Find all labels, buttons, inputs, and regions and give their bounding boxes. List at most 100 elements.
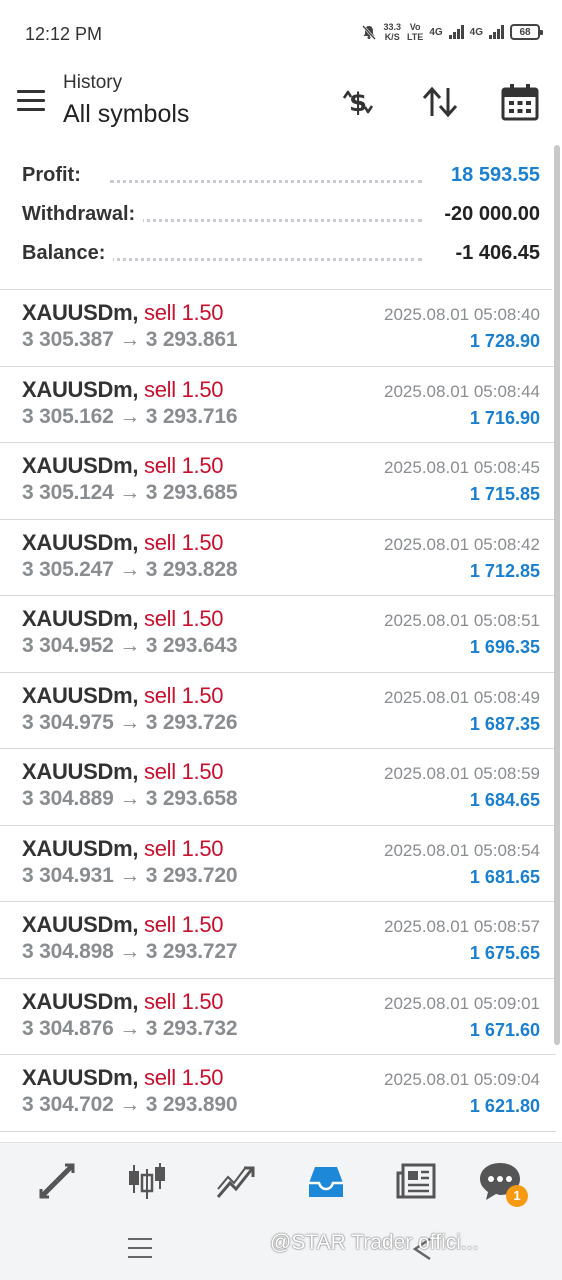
symbol-name: XAUUSDm, bbox=[22, 453, 139, 478]
deal-time: 2025.08.01 05:08:45 bbox=[384, 458, 540, 477]
scrollbar[interactable] bbox=[554, 145, 560, 1045]
deal-symbol: XAUUSDm, sell 1.50 bbox=[22, 912, 224, 938]
arrow-icon: → bbox=[119, 710, 141, 734]
deal-row[interactable]: XAUUSDm, sell 1.50 3 304.889 → 3 293.658… bbox=[0, 749, 556, 826]
symbol-name: XAUUSDm, bbox=[22, 835, 139, 861]
recents-button[interactable] bbox=[128, 1238, 152, 1260]
deal-symbol: XAUUSDm, sell 1.50 bbox=[22, 1065, 224, 1091]
messages-icon[interactable]: 1 bbox=[478, 1159, 528, 1207]
deal-symbol: XAUUSDm, sell 1.50 bbox=[22, 988, 224, 1015]
deal-prices: 3 304.702 → 3 293.890 bbox=[22, 1093, 238, 1117]
deal-symbol: XAUUSDm, sell 1.50 bbox=[22, 835, 224, 862]
balance-row: Balance: -1 406.45 bbox=[0, 234, 562, 273]
volte-indicator: Vo LTE bbox=[406, 22, 424, 42]
deal-list: XAUUSDm, sell 1.50 3 305.387 → 3 293.861… bbox=[0, 290, 556, 1132]
deal-profit: 1 728.90 bbox=[469, 331, 540, 351]
arrow-icon: → bbox=[119, 1016, 141, 1040]
arrow-icon: → bbox=[119, 328, 141, 351]
messages-badge: 1 bbox=[506, 1185, 528, 1207]
deal-symbol: XAUUSDm, sell 1.50 bbox=[22, 300, 224, 326]
balance-value: -1 406.45 bbox=[447, 242, 540, 265]
deal-time: 2025.08.01 05:09:04 bbox=[384, 1070, 540, 1089]
signal-icon bbox=[489, 25, 504, 39]
status-icons: 33.3 K/S Vo LTE 4G 4G 68 bbox=[361, 22, 543, 42]
deal-time: 2025.08.01 05:08:44 bbox=[384, 381, 540, 401]
deal-profit: 1 681.65 bbox=[469, 866, 540, 887]
deal-prices: 3 304.876 → 3 293.732 bbox=[22, 1016, 238, 1041]
withdrawal-label: Withdrawal: bbox=[22, 203, 144, 226]
svg-text:$: $ bbox=[349, 88, 367, 118]
deal-profit: 1 696.35 bbox=[469, 637, 540, 657]
deal-row[interactable]: XAUUSDm, sell 1.50 3 305.162 → 3 293.716… bbox=[0, 367, 556, 443]
deal-row[interactable]: XAUUSDm, sell 1.50 3 304.702 → 3 293.890… bbox=[0, 1055, 556, 1132]
deal-side: sell 1.50 bbox=[144, 988, 224, 1014]
close-price: 3 293.732 bbox=[145, 1016, 238, 1040]
symbol-name: XAUUSDm, bbox=[22, 376, 139, 402]
deal-row[interactable]: XAUUSDm, sell 1.50 3 304.952 → 3 293.643… bbox=[0, 596, 556, 673]
deal-profit: 1 675.65 bbox=[469, 943, 540, 963]
calendar-icon[interactable] bbox=[500, 82, 540, 122]
symbol-name: XAUUSDm, bbox=[22, 529, 139, 555]
deal-profit: 1 621.80 bbox=[469, 1096, 540, 1116]
deal-side: sell 1.50 bbox=[144, 912, 224, 937]
dotted-leader bbox=[110, 180, 422, 183]
symbol-name: XAUUSDm, bbox=[22, 1065, 139, 1090]
close-price: 3 293.685 bbox=[145, 481, 238, 504]
open-price: 3 304.975 bbox=[22, 710, 114, 734]
deposit-dollar-icon[interactable]: $ bbox=[338, 82, 378, 122]
deal-time: 2025.08.01 05:09:01 bbox=[384, 993, 540, 1013]
deal-time: 2025.08.01 05:08:57 bbox=[384, 917, 540, 936]
deal-time: 2025.08.01 05:08:51 bbox=[384, 611, 540, 630]
deal-profit: 1 687.35 bbox=[469, 713, 540, 734]
page-title[interactable]: All symbols bbox=[63, 100, 189, 129]
quotes-icon[interactable] bbox=[35, 1159, 79, 1203]
deal-row[interactable]: XAUUSDm, sell 1.50 3 304.975 → 3 293.726… bbox=[0, 673, 556, 749]
deal-row[interactable]: XAUUSDm, sell 1.50 3 304.876 → 3 293.732… bbox=[0, 979, 556, 1055]
mute-bell-icon bbox=[362, 25, 377, 40]
sim1-network: 4G bbox=[429, 26, 443, 38]
deal-row[interactable]: XAUUSDm, sell 1.50 3 305.124 → 3 293.685… bbox=[0, 443, 556, 520]
news-icon[interactable] bbox=[394, 1159, 438, 1203]
symbol-name: XAUUSDm, bbox=[22, 988, 139, 1014]
trade-icon[interactable] bbox=[214, 1159, 258, 1203]
chart-icon[interactable] bbox=[125, 1159, 169, 1203]
deal-side: sell 1.50 bbox=[144, 759, 224, 784]
withdrawal-row: Withdrawal: -20 000.00 bbox=[0, 195, 562, 234]
deal-prices: 3 304.931 → 3 293.720 bbox=[22, 863, 238, 888]
open-price: 3 304.952 bbox=[22, 634, 114, 657]
battery-icon: 68 bbox=[510, 24, 543, 40]
deal-side: sell 1.50 bbox=[144, 376, 224, 402]
deal-row[interactable]: XAUUSDm, sell 1.50 3 305.387 → 3 293.861… bbox=[0, 290, 556, 367]
deal-row[interactable]: XAUUSDm, sell 1.50 3 304.898 → 3 293.727… bbox=[0, 902, 556, 979]
arrow-icon: → bbox=[119, 940, 141, 963]
arrow-icon: → bbox=[119, 1093, 141, 1116]
app-header: History All symbols $ bbox=[0, 70, 562, 140]
symbol-name: XAUUSDm, bbox=[22, 682, 139, 708]
open-price: 3 304.889 bbox=[22, 787, 114, 810]
page-subtitle: History bbox=[63, 72, 123, 93]
arrow-icon: → bbox=[119, 634, 141, 657]
open-price: 3 305.247 bbox=[22, 557, 114, 581]
deal-side: sell 1.50 bbox=[144, 682, 224, 708]
status-bar: 12:12 PM 33.3 K/S Vo LTE 4G 4G 68 bbox=[0, 0, 562, 70]
deal-row[interactable]: XAUUSDm, sell 1.50 3 304.931 → 3 293.720… bbox=[0, 826, 556, 902]
history-summary: Profit: 18 593.55 Withdrawal: -20 000.00… bbox=[0, 156, 562, 273]
close-price: 3 293.890 bbox=[145, 1093, 238, 1116]
clock: 12:12 PM bbox=[25, 24, 103, 44]
deal-row[interactable]: XAUUSDm, sell 1.50 3 305.247 → 3 293.828… bbox=[0, 520, 556, 596]
open-price: 3 304.931 bbox=[22, 863, 114, 887]
deal-prices: 3 305.387 → 3 293.861 bbox=[22, 328, 238, 352]
symbol-name: XAUUSDm, bbox=[22, 759, 139, 784]
deal-time: 2025.08.01 05:08:40 bbox=[384, 305, 540, 324]
open-price: 3 304.898 bbox=[22, 940, 114, 963]
open-price: 3 305.387 bbox=[22, 328, 114, 351]
close-price: 3 293.643 bbox=[145, 634, 238, 657]
close-price: 3 293.828 bbox=[145, 557, 238, 581]
net-speed: 33.3 K/S bbox=[383, 22, 401, 42]
bottom-nav: 1 bbox=[0, 1142, 562, 1218]
deal-symbol: XAUUSDm, sell 1.50 bbox=[22, 606, 224, 632]
sort-icon[interactable] bbox=[420, 82, 460, 122]
deal-time: 2025.08.01 05:08:42 bbox=[384, 534, 540, 554]
menu-icon[interactable] bbox=[17, 90, 45, 112]
history-icon[interactable] bbox=[304, 1159, 348, 1203]
